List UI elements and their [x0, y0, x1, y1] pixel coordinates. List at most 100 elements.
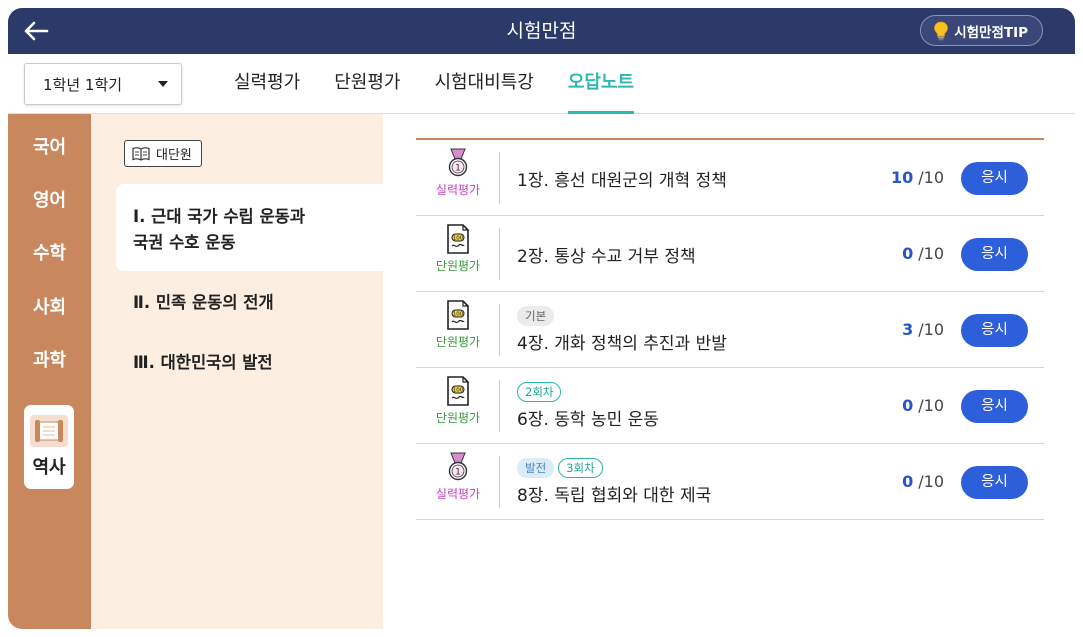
- score-total: /10: [918, 396, 944, 415]
- row-score: 0/10: [902, 444, 944, 520]
- take-test-button[interactable]: 응시: [961, 238, 1028, 271]
- lightbulb-icon: [934, 21, 949, 40]
- test-sheet-icon: 100: [447, 224, 469, 254]
- take-test-button[interactable]: 응시: [961, 314, 1028, 347]
- header-bar: 시험만점 시험만점TIP: [8, 8, 1075, 54]
- row-main: 발전 3회차 8장. 독립 협회와 대한 제국: [517, 444, 711, 520]
- score-value: 0: [902, 396, 914, 415]
- row-type-label: 단원평가: [435, 259, 481, 273]
- row-divider: [499, 380, 500, 432]
- subject-social[interactable]: 사회: [8, 288, 91, 328]
- subject-sidebar: 국어 영어 수학 사회 과학 역사: [8, 114, 91, 629]
- subject-history-label: 역사: [32, 457, 66, 478]
- unit-badge-label: 대단원: [156, 148, 192, 163]
- tab-skill-test[interactable]: 실력평가: [234, 54, 300, 114]
- row-main: 기본 4장. 개화 정책의 추진과 반발: [517, 292, 727, 368]
- row-type: 100 단원평가: [416, 300, 500, 360]
- level-chip: 기본: [517, 306, 555, 326]
- test-sheet-icon: 100: [447, 300, 469, 330]
- subject-history[interactable]: 역사: [24, 405, 74, 489]
- score-total: /10: [918, 244, 944, 263]
- table-row: 100 단원평가 2회차 6장. 동학 농민 운동 0/10 응시: [416, 368, 1044, 444]
- level-chip: 3회차: [558, 458, 603, 478]
- subject-math[interactable]: 수학: [8, 234, 91, 274]
- score-value: 0: [902, 244, 914, 263]
- row-divider: [499, 456, 500, 508]
- row-title: 6장. 동학 농민 운동: [517, 410, 659, 430]
- svg-text:100: 100: [453, 236, 464, 242]
- level-chip: 발전: [517, 458, 555, 478]
- svg-text:1: 1: [455, 468, 461, 478]
- tip-button[interactable]: 시험만점TIP: [920, 15, 1043, 46]
- score-value: 0: [902, 472, 914, 491]
- semester-select-value: 1학년 1학기: [43, 75, 123, 94]
- row-type-label: 실력평가: [435, 487, 481, 501]
- tabs: 실력평가 단원평가 시험대비특강 오답노트: [234, 54, 668, 114]
- score-value: 3: [902, 320, 914, 339]
- row-title: 2장. 통상 수교 거부 정책: [517, 246, 696, 267]
- book-icon: [132, 146, 150, 161]
- subject-science[interactable]: 과학: [8, 341, 91, 381]
- row-score: 10/10: [891, 140, 944, 216]
- row-type: 100 단원평가: [416, 224, 500, 284]
- unit-item-2[interactable]: Ⅱ. 민족 운동의 전개: [91, 290, 383, 316]
- take-test-button[interactable]: 응시: [961, 466, 1028, 499]
- table-row: 100 단원평가 2장. 통상 수교 거부 정책 0/10 응시: [416, 216, 1044, 292]
- score-value: 10: [890, 168, 914, 187]
- unit-item-3[interactable]: Ⅲ. 대한민국의 발전: [91, 350, 383, 376]
- score-total: /10: [918, 320, 944, 339]
- unit-item-1-line1: Ⅰ. 근대 국가 수립 운동과: [133, 207, 306, 226]
- svg-text:1: 1: [455, 164, 461, 174]
- row-chips: 기본: [517, 306, 727, 326]
- table-row: 1 실력평가 1장. 흥선 대원군의 개혁 정책 10/10 응시: [416, 140, 1044, 216]
- subject-korean[interactable]: 국어: [8, 128, 91, 168]
- row-main: 1장. 흥선 대원군의 개혁 정책: [517, 140, 727, 216]
- row-divider: [499, 152, 500, 204]
- unit-item-1[interactable]: Ⅰ. 근대 국가 수립 운동과 국권 수호 운동: [116, 184, 383, 271]
- tab-bar: 1학년 1학기 실력평가 단원평가 시험대비특강 오답노트: [8, 54, 1075, 114]
- unit-panel: 대단원 Ⅰ. 근대 국가 수립 운동과 국권 수호 운동 Ⅱ. 민족 운동의 전…: [91, 114, 383, 629]
- row-score: 0/10: [902, 368, 944, 444]
- table-row: 1 실력평가 발전 3회차 8장. 독립 협회와 대한 제국 0/10 응시: [416, 444, 1044, 520]
- score-total: /10: [918, 472, 944, 491]
- row-main: 2회차 6장. 동학 농민 운동: [517, 368, 659, 444]
- app-window: 시험만점 시험만점TIP 1학년 1학기 실력평가 단원평가 시험대비특강 오답…: [8, 8, 1075, 629]
- subject-english[interactable]: 영어: [8, 181, 91, 221]
- back-button[interactable]: [20, 16, 52, 46]
- test-sheet-icon: 100: [447, 376, 469, 406]
- row-title: 1장. 흥선 대원군의 개혁 정책: [517, 170, 727, 191]
- tab-exam-special[interactable]: 시험대비특강: [435, 54, 534, 114]
- level-chip: 2회차: [517, 382, 562, 402]
- take-test-button[interactable]: 응시: [961, 162, 1028, 195]
- row-type-label: 실력평가: [435, 183, 481, 197]
- svg-text:100: 100: [453, 388, 464, 394]
- unit-item-1-line2: 국권 수호 운동: [133, 233, 236, 252]
- row-type: 1 실력평가: [416, 452, 500, 512]
- score-total: /10: [918, 168, 944, 187]
- row-divider: [499, 228, 500, 280]
- row-chips: 발전 3회차: [517, 458, 711, 478]
- row-divider: [499, 304, 500, 356]
- row-type: 100 단원평가: [416, 376, 500, 436]
- tip-button-label: 시험만점TIP: [954, 24, 1028, 41]
- unit-badge: 대단원: [124, 140, 202, 167]
- row-title: 4장. 개화 정책의 추진과 반발: [517, 334, 727, 354]
- row-score: 3/10: [902, 292, 944, 368]
- wrong-answer-list: 1 실력평가 1장. 흥선 대원군의 개혁 정책 10/10 응시 100 단원평가 2…: [416, 138, 1044, 520]
- medal-icon: 1: [448, 148, 468, 177]
- row-main: 2장. 통상 수교 거부 정책: [517, 216, 696, 292]
- page-title: 시험만점: [506, 20, 577, 42]
- row-title: 8장. 독립 협회와 대한 제국: [517, 486, 712, 506]
- row-type: 1 실력평가: [416, 148, 500, 208]
- row-chips: 2회차: [517, 382, 659, 402]
- row-type-label: 단원평가: [435, 411, 481, 425]
- arrow-left-icon: [24, 21, 49, 41]
- semester-select[interactable]: 1학년 1학기: [24, 63, 182, 105]
- medal-icon: 1: [448, 452, 468, 481]
- take-test-button[interactable]: 응시: [961, 390, 1028, 423]
- scroll-icon: [30, 415, 68, 447]
- svg-text:100: 100: [453, 312, 464, 318]
- tab-unit-test[interactable]: 단원평가: [334, 54, 400, 114]
- row-score: 0/10: [902, 216, 944, 292]
- tab-wrong-answer-note[interactable]: 오답노트: [567, 54, 635, 114]
